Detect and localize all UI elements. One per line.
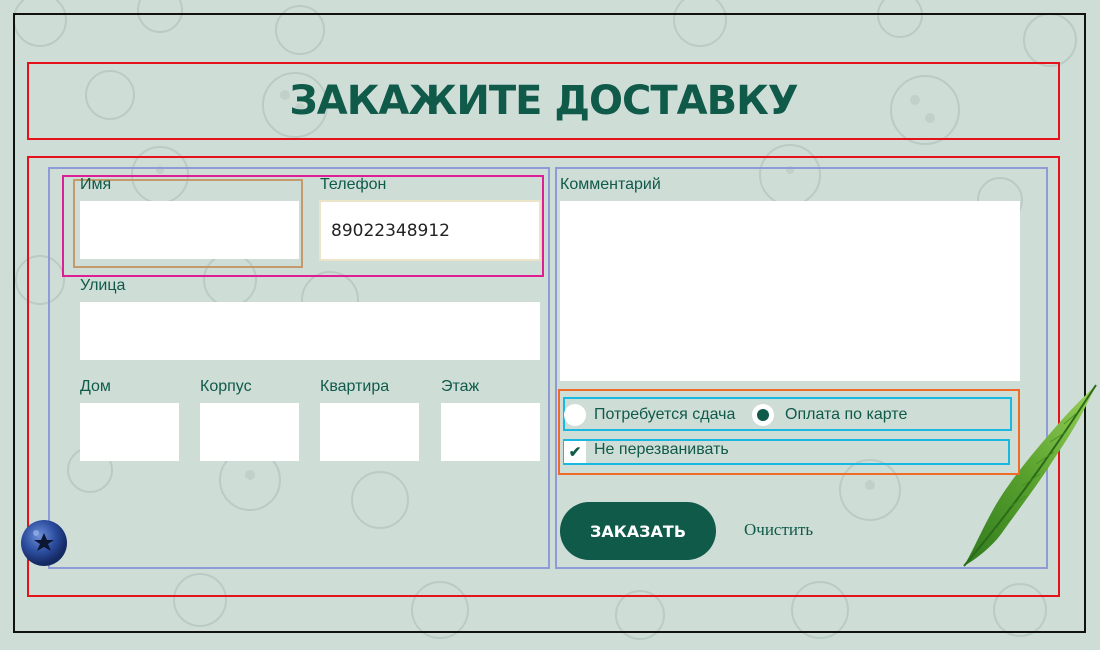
- change-needed-radio[interactable]: [564, 404, 586, 426]
- no-callback-checkbox[interactable]: ✔: [564, 441, 586, 463]
- apartment-input[interactable]: [320, 403, 419, 461]
- street-label: Улица: [80, 277, 126, 294]
- name-input[interactable]: [80, 201, 299, 259]
- change-needed-label[interactable]: Потребуется сдача: [594, 406, 735, 424]
- check-icon: ✔: [568, 444, 582, 461]
- building-label: Корпус: [200, 378, 252, 395]
- name-label: Имя: [80, 176, 112, 193]
- submit-order-button[interactable]: ЗАКАЗАТЬ: [560, 502, 716, 560]
- house-input[interactable]: [80, 403, 179, 461]
- street-input[interactable]: [80, 302, 540, 360]
- no-callback-label[interactable]: Не перезванивать: [594, 441, 729, 459]
- floor-input[interactable]: [441, 403, 540, 461]
- card-payment-label[interactable]: Оплата по карте: [785, 406, 907, 424]
- comment-label: Комментарий: [560, 176, 661, 193]
- page-title: ЗАКАЖИТЕ ДОСТАВКУ: [289, 78, 798, 124]
- floor-label: Этаж: [441, 378, 480, 395]
- title-block: ЗАКАЖИТЕ ДОСТАВКУ: [27, 62, 1060, 140]
- blueberry-icon: [21, 520, 67, 566]
- card-payment-radio[interactable]: [752, 404, 774, 426]
- house-label: Дом: [80, 378, 111, 395]
- apartment-label: Квартира: [320, 378, 390, 395]
- phone-label: Телефон: [320, 176, 387, 193]
- phone-input[interactable]: [319, 200, 541, 261]
- radio-selected-dot: [757, 409, 769, 421]
- comment-textarea[interactable]: [560, 201, 1020, 381]
- clear-form-button[interactable]: Очистить: [744, 520, 813, 540]
- building-input[interactable]: [200, 403, 299, 461]
